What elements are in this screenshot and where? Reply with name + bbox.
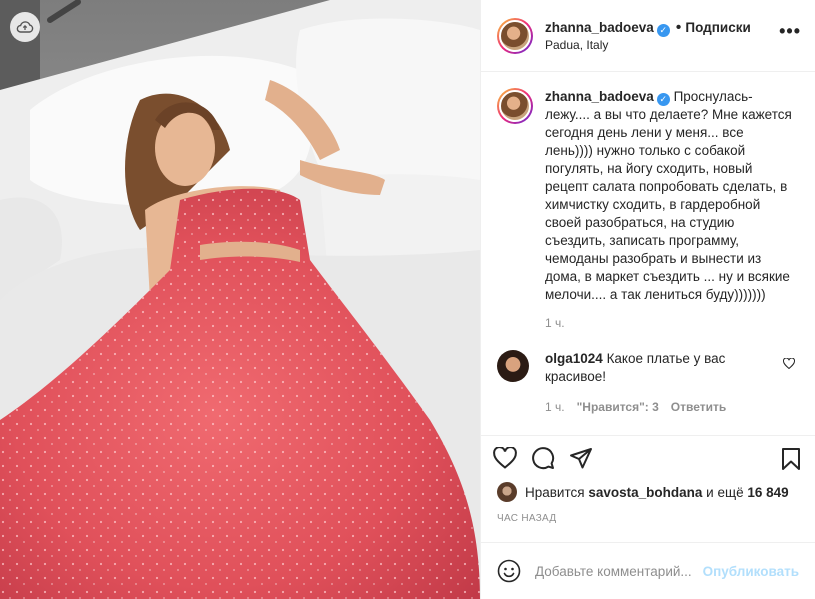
caption-time[interactable]: 1 ч. bbox=[545, 316, 799, 330]
comment-item: olga1024 Какое платье у вас красивое! 1 … bbox=[497, 350, 799, 416]
commenter-avatar[interactable] bbox=[497, 350, 529, 382]
comment-input[interactable] bbox=[535, 563, 695, 579]
location-link[interactable]: Padua, Italy bbox=[545, 38, 751, 53]
reply-button[interactable]: Ответить bbox=[671, 400, 726, 414]
caption-text: Проснулась-лежу.... а вы что делаете? Мн… bbox=[545, 89, 792, 302]
post-photo[interactable] bbox=[0, 0, 480, 599]
bookmark-icon[interactable] bbox=[781, 447, 801, 471]
liker-username[interactable]: savosta_bohdana bbox=[588, 485, 702, 500]
verified-icon: ✓ bbox=[656, 24, 670, 37]
posted-ago[interactable]: ЧАС НАЗАД bbox=[481, 505, 815, 543]
post-header: zhanna_badoeva ✓ • Подписки Padua, Italy ••… bbox=[481, 0, 815, 72]
more-options-icon[interactable]: ••• bbox=[779, 22, 801, 40]
likes-prefix: Нравится bbox=[525, 484, 585, 500]
add-comment-bar: Опубликовать bbox=[481, 543, 815, 599]
photo-scene bbox=[0, 0, 480, 599]
commenter-username[interactable]: olga1024 bbox=[545, 351, 603, 366]
comment-time[interactable]: 1 ч. bbox=[545, 400, 565, 414]
comment-icon[interactable] bbox=[531, 446, 555, 470]
likes-middle: и ещё bbox=[706, 484, 744, 500]
caption-username[interactable]: zhanna_badoeva bbox=[545, 89, 654, 104]
separator-dot: • bbox=[675, 19, 682, 36]
comments-area[interactable]: zhanna_badoeva ✓ Проснулась-лежу.... а вы… bbox=[481, 72, 815, 435]
heart-icon[interactable] bbox=[493, 446, 517, 469]
verified-icon: ✓ bbox=[656, 93, 670, 106]
likes-summary: Нравится savosta_bohdana и ещё 16 849 bbox=[481, 479, 815, 505]
comment-likes[interactable]: "Нравится": 3 bbox=[577, 400, 659, 414]
publish-button[interactable]: Опубликовать bbox=[703, 564, 799, 579]
comment-like-icon[interactable] bbox=[782, 356, 796, 374]
share-icon[interactable] bbox=[569, 446, 593, 470]
likes-count[interactable]: 16 849 bbox=[747, 485, 788, 500]
cloud-upload-icon[interactable] bbox=[10, 12, 40, 42]
post-dialog: zhanna_badoeva ✓ • Подписки Padua, Italy ••… bbox=[0, 0, 815, 599]
post-sidebar: zhanna_badoeva ✓ • Подписки Padua, Italy ••… bbox=[480, 0, 815, 599]
caption-avatar[interactable] bbox=[497, 88, 533, 124]
following-button[interactable]: Подписки bbox=[685, 20, 750, 35]
author-avatar[interactable] bbox=[497, 17, 533, 54]
caption: zhanna_badoeva ✓ Проснулась-лежу.... а вы… bbox=[497, 88, 799, 304]
author-username[interactable]: zhanna_badoeva bbox=[545, 20, 654, 35]
action-bar bbox=[481, 435, 815, 479]
emoji-icon[interactable] bbox=[497, 559, 521, 583]
liker-avatar[interactable] bbox=[497, 482, 517, 502]
